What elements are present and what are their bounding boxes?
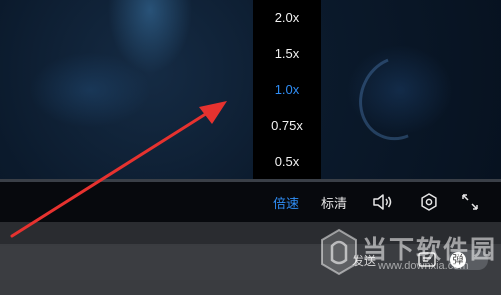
fullscreen-icon[interactable] [455,182,485,222]
control-bar: 倍速 标清 [0,182,501,222]
speed-option-1-5x[interactable]: 1.5x [253,36,321,72]
danmu-toggle[interactable]: 弹 [448,250,488,270]
quality-button[interactable]: 标清 [314,182,354,222]
danmu-toggle-knob: 弹 [450,252,466,268]
settings-icon[interactable] [414,182,444,222]
speed-option-2x[interactable]: 2.0x [253,0,321,36]
speed-menu: 2.0x 1.5x 1.0x 0.75x 0.5x [253,0,321,179]
speed-option-1x[interactable]: 1.0x [253,72,321,108]
speed-button-label: 倍速 [272,195,299,211]
quality-button-label: 标清 [320,195,347,211]
speed-option-label: 2.0x [274,10,300,26]
speed-option-label: 0.5x [274,153,300,169]
danmu-send-button[interactable]: 发送 [352,252,376,269]
speed-option-0-75x[interactable]: 0.75x [253,107,321,143]
danmu-settings-icon[interactable] [416,249,438,271]
video-frame[interactable] [0,0,501,180]
speed-option-label: 1.0x [274,81,300,97]
speed-option-label: 0.75x [271,117,303,133]
speed-option-label: 1.5x [274,46,300,62]
volume-icon[interactable] [368,182,398,222]
video-decoration [345,42,451,154]
speed-option-0-5x[interactable]: 0.5x [253,143,321,179]
speed-button[interactable]: 倍速 [266,182,306,222]
